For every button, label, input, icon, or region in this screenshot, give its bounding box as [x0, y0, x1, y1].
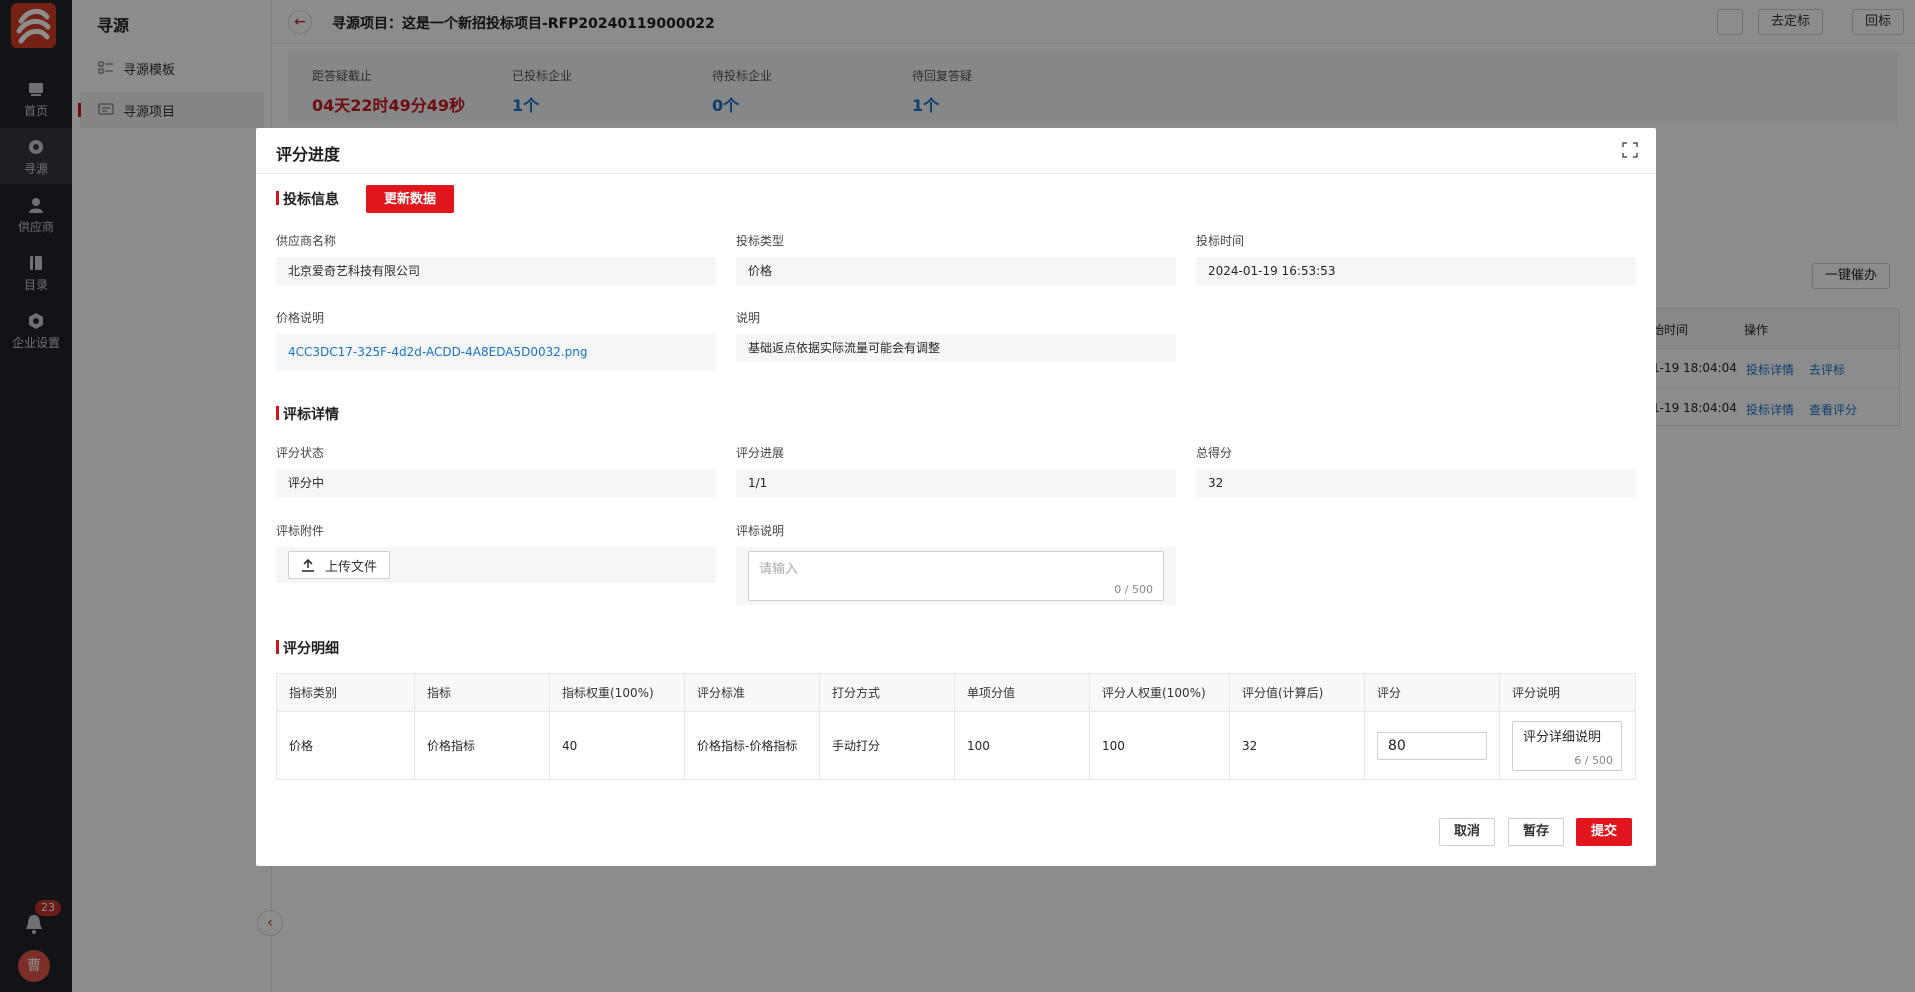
upload-icon [302, 558, 314, 572]
submit-button[interactable]: 提交 [1576, 818, 1633, 846]
save-draft-button[interactable]: 暂存 [1508, 818, 1565, 846]
score-table: 指标类别 指标 指标权重(100%) 评分标准 打分方式 单项分值 评分人权重(… [276, 673, 1636, 780]
field-remark: 说明 基础返点依据实际流量可能会有调整 [736, 309, 1176, 362]
char-counter: 0 / 500 [1114, 583, 1153, 596]
field-supplier: 供应商名称 北京爱奇艺科技有限公司 [276, 232, 716, 285]
attachment-link[interactable]: 4CC3DC17-325F-4d2d-ACDD-4A8EDA5D0032.png [288, 345, 588, 359]
char-counter: 6 / 500 [1574, 753, 1613, 767]
score-remark-textarea[interactable]: 评分详细说明 6 / 500 [1512, 720, 1622, 771]
refresh-data-button[interactable]: 更新数据 [366, 185, 454, 213]
section-title-bid-info: 投标信息 [276, 189, 339, 209]
modal-header: 评分进度 [256, 128, 1656, 174]
table-header: 指标类别 指标 指标权重(100%) 评分标准 打分方式 单项分值 评分人权重(… [277, 674, 1635, 712]
fullscreen-icon[interactable] [1622, 142, 1638, 158]
section-title-score-detail: 评分明细 [276, 638, 339, 658]
table-row: 价格 价格指标 40 价格指标-价格指标 手动打分 100 100 32 80 … [277, 712, 1635, 779]
field-eval-desc: 评标说明 请输入 0 / 500 [736, 522, 1176, 605]
score-input[interactable]: 80 [1377, 731, 1487, 760]
field-bid-time: 投标时间 2024-01-19 16:53:53 [1196, 232, 1636, 285]
field-bid-type: 投标类型 价格 [736, 232, 1176, 285]
field-status: 评分状态 评分中 [276, 444, 716, 497]
field-attachment: 评标附件 上传文件 [276, 522, 716, 583]
field-progress: 评分进展 1/1 [736, 444, 1176, 497]
cancel-button[interactable]: 取消 [1439, 818, 1496, 846]
upload-file-button[interactable]: 上传文件 [288, 551, 391, 579]
score-progress-modal: 评分进度 投标信息 更新数据 供应商名称 北京爱奇艺科技有限公司 投标类型 价格… [256, 128, 1656, 866]
field-price-desc: 价格说明 4CC3DC17-325F-4d2d-ACDD-4A8EDA5D003… [276, 309, 716, 371]
section-title-eval-detail: 评标详情 [276, 404, 339, 424]
modal-title: 评分进度 [276, 145, 341, 164]
eval-desc-textarea[interactable]: 请输入 0 / 500 [748, 551, 1164, 601]
field-total-score: 总得分 32 [1196, 444, 1636, 497]
